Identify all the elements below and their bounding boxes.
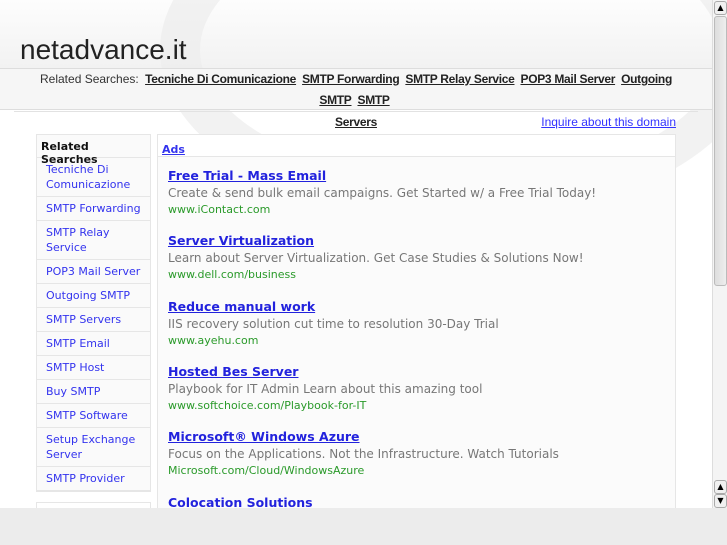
ad-url[interactable]: www.iContact.com: [168, 203, 668, 216]
sidebar-heading: Related Searches: [37, 135, 150, 166]
ad-item: Microsoft® Windows Azure Focus on the App…: [168, 429, 668, 477]
sidebar-item[interactable]: SMTP Provider: [37, 467, 150, 491]
sidebar-item[interactable]: Buy SMTP: [37, 380, 150, 404]
related-link[interactable]: SMTP: [358, 93, 390, 107]
sidebar-item[interactable]: Tecniche Di Comunicazione: [37, 158, 150, 197]
ad-item: Hosted Bes Server Playbook for IT Admin L…: [168, 364, 668, 412]
related-searches-bar: Related Searches: Tecniche Di Comunicazi…: [0, 68, 712, 129]
related-link[interactable]: Tecniche Di Comunicazione: [145, 72, 296, 86]
scroll-down-icon[interactable]: ▼: [714, 494, 727, 508]
sidebar-item[interactable]: SMTP Relay Service: [37, 221, 150, 260]
page: netadvance.it Related Searches: Tecniche…: [0, 0, 712, 508]
sidebar-item[interactable]: Setup Exchange Server: [37, 428, 150, 467]
ad-title[interactable]: Hosted Bes Server: [168, 364, 668, 382]
ad-item: Server Virtualization Learn about Server …: [168, 233, 668, 281]
site-title: netadvance.it: [20, 34, 187, 65]
ad-item: Free Trial - Mass Email Create & send bul…: [168, 168, 668, 216]
ad-url[interactable]: www.softchoice.com/Playbook-for-IT: [168, 399, 668, 412]
vertical-scrollbar[interactable]: ▲ ▲ ▼: [712, 0, 727, 508]
related-link[interactable]: SMTP Relay Service: [405, 72, 514, 86]
sidebar-item[interactable]: POP3 Mail Server: [37, 260, 150, 284]
ad-item: Reduce manual work IIS recovery solution …: [168, 299, 668, 347]
ad-desc: Learn about Server Virtualization. Get C…: [168, 251, 584, 265]
scrollbar-thumb[interactable]: [714, 16, 727, 286]
sidebar-item[interactable]: SMTP Software: [37, 404, 150, 428]
sidebar: Related Searches Tecniche Di Comunicazio…: [36, 134, 151, 492]
ad-item: Colocation Solutions: [168, 495, 668, 508]
ad-title[interactable]: Server Virtualization: [168, 233, 668, 251]
ad-title[interactable]: Reduce manual work: [168, 299, 668, 317]
sidebar-item[interactable]: SMTP Servers: [37, 308, 150, 332]
ads-panel: Ads Free Trial - Mass Email Create & send…: [157, 134, 676, 508]
related-link[interactable]: SMTP Forwarding: [302, 72, 400, 86]
sidebar-item[interactable]: SMTP Email: [37, 332, 150, 356]
ad-url[interactable]: Microsoft.com/Cloud/WindowsAzure: [168, 464, 668, 477]
header: netadvance.it: [0, 0, 712, 220]
scroll-up-icon[interactable]: ▲: [714, 480, 727, 494]
ad-url[interactable]: www.dell.com/business: [168, 268, 668, 281]
related-link[interactable]: Servers: [335, 115, 377, 129]
ad-desc: Create & send bulk email campaigns. Get …: [168, 186, 597, 200]
ad-desc: Playbook for IT Admin Learn about this a…: [168, 382, 483, 396]
bottom-bar: [0, 508, 727, 545]
inquire-link[interactable]: Inquire about this domain: [541, 115, 676, 129]
ad-url[interactable]: www.ayehu.com: [168, 334, 668, 347]
ad-title[interactable]: Microsoft® Windows Azure: [168, 429, 668, 447]
scroll-up-icon[interactable]: ▲: [714, 1, 727, 15]
ad-desc: Focus on the Applications. Not the Infra…: [168, 447, 559, 461]
ads-heading[interactable]: Ads: [162, 143, 185, 156]
related-label: Related Searches:: [40, 72, 139, 86]
ad-desc: IIS recovery solution cut time to resolu…: [168, 317, 499, 331]
ad-title[interactable]: Colocation Solutions: [168, 495, 668, 508]
ad-title[interactable]: Free Trial - Mass Email: [168, 168, 668, 186]
sidebar-item[interactable]: Outgoing SMTP: [37, 284, 150, 308]
sidebar-item[interactable]: SMTP Host: [37, 356, 150, 380]
sidebar-item[interactable]: SMTP Forwarding: [37, 197, 150, 221]
related-link[interactable]: POP3 Mail Server: [520, 72, 615, 86]
